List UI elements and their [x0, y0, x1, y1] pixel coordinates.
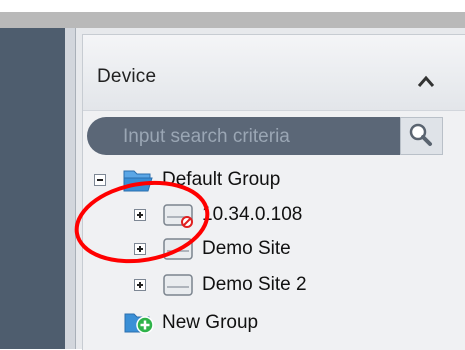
- search-icon: [409, 123, 432, 146]
- tree-item-label: Default Group: [162, 169, 281, 190]
- device-icon: [163, 238, 193, 260]
- collapse-button[interactable]: [416, 73, 436, 89]
- expand-toggle[interactable]: [134, 279, 146, 291]
- new-group-label: New Group: [162, 312, 259, 333]
- tree-item-label: Demo Site: [202, 238, 291, 259]
- device-offline-icon: [163, 204, 193, 228]
- new-group-button[interactable]: New Group: [122, 309, 258, 337]
- tree-item-label: Demo Site 2: [202, 274, 307, 295]
- expand-toggle[interactable]: [134, 209, 146, 221]
- search-input[interactable]: [121, 125, 390, 149]
- left-sidebar: [0, 28, 65, 349]
- chevron-up-icon: [417, 75, 435, 87]
- tree-item-device[interactable]: Demo Site 2: [134, 271, 307, 299]
- collapse-group-toggle[interactable]: [94, 174, 106, 186]
- title-strip: [0, 12, 465, 28]
- add-group-icon: [124, 313, 154, 334]
- device-icon: [163, 274, 193, 296]
- tree-item-device[interactable]: 10.34.0.108: [134, 201, 302, 229]
- panel-separator: [65, 28, 75, 349]
- device-panel-title: Device: [97, 66, 157, 87]
- search-button[interactable]: [400, 117, 443, 155]
- tree-item-label: 10.34.0.108: [202, 204, 303, 225]
- search-box: [87, 117, 400, 155]
- folder-open-icon: [123, 170, 153, 192]
- tree-item-device[interactable]: Demo Site: [134, 235, 291, 263]
- expand-toggle[interactable]: [134, 243, 146, 255]
- tree-item-default-group[interactable]: Default Group: [94, 166, 280, 194]
